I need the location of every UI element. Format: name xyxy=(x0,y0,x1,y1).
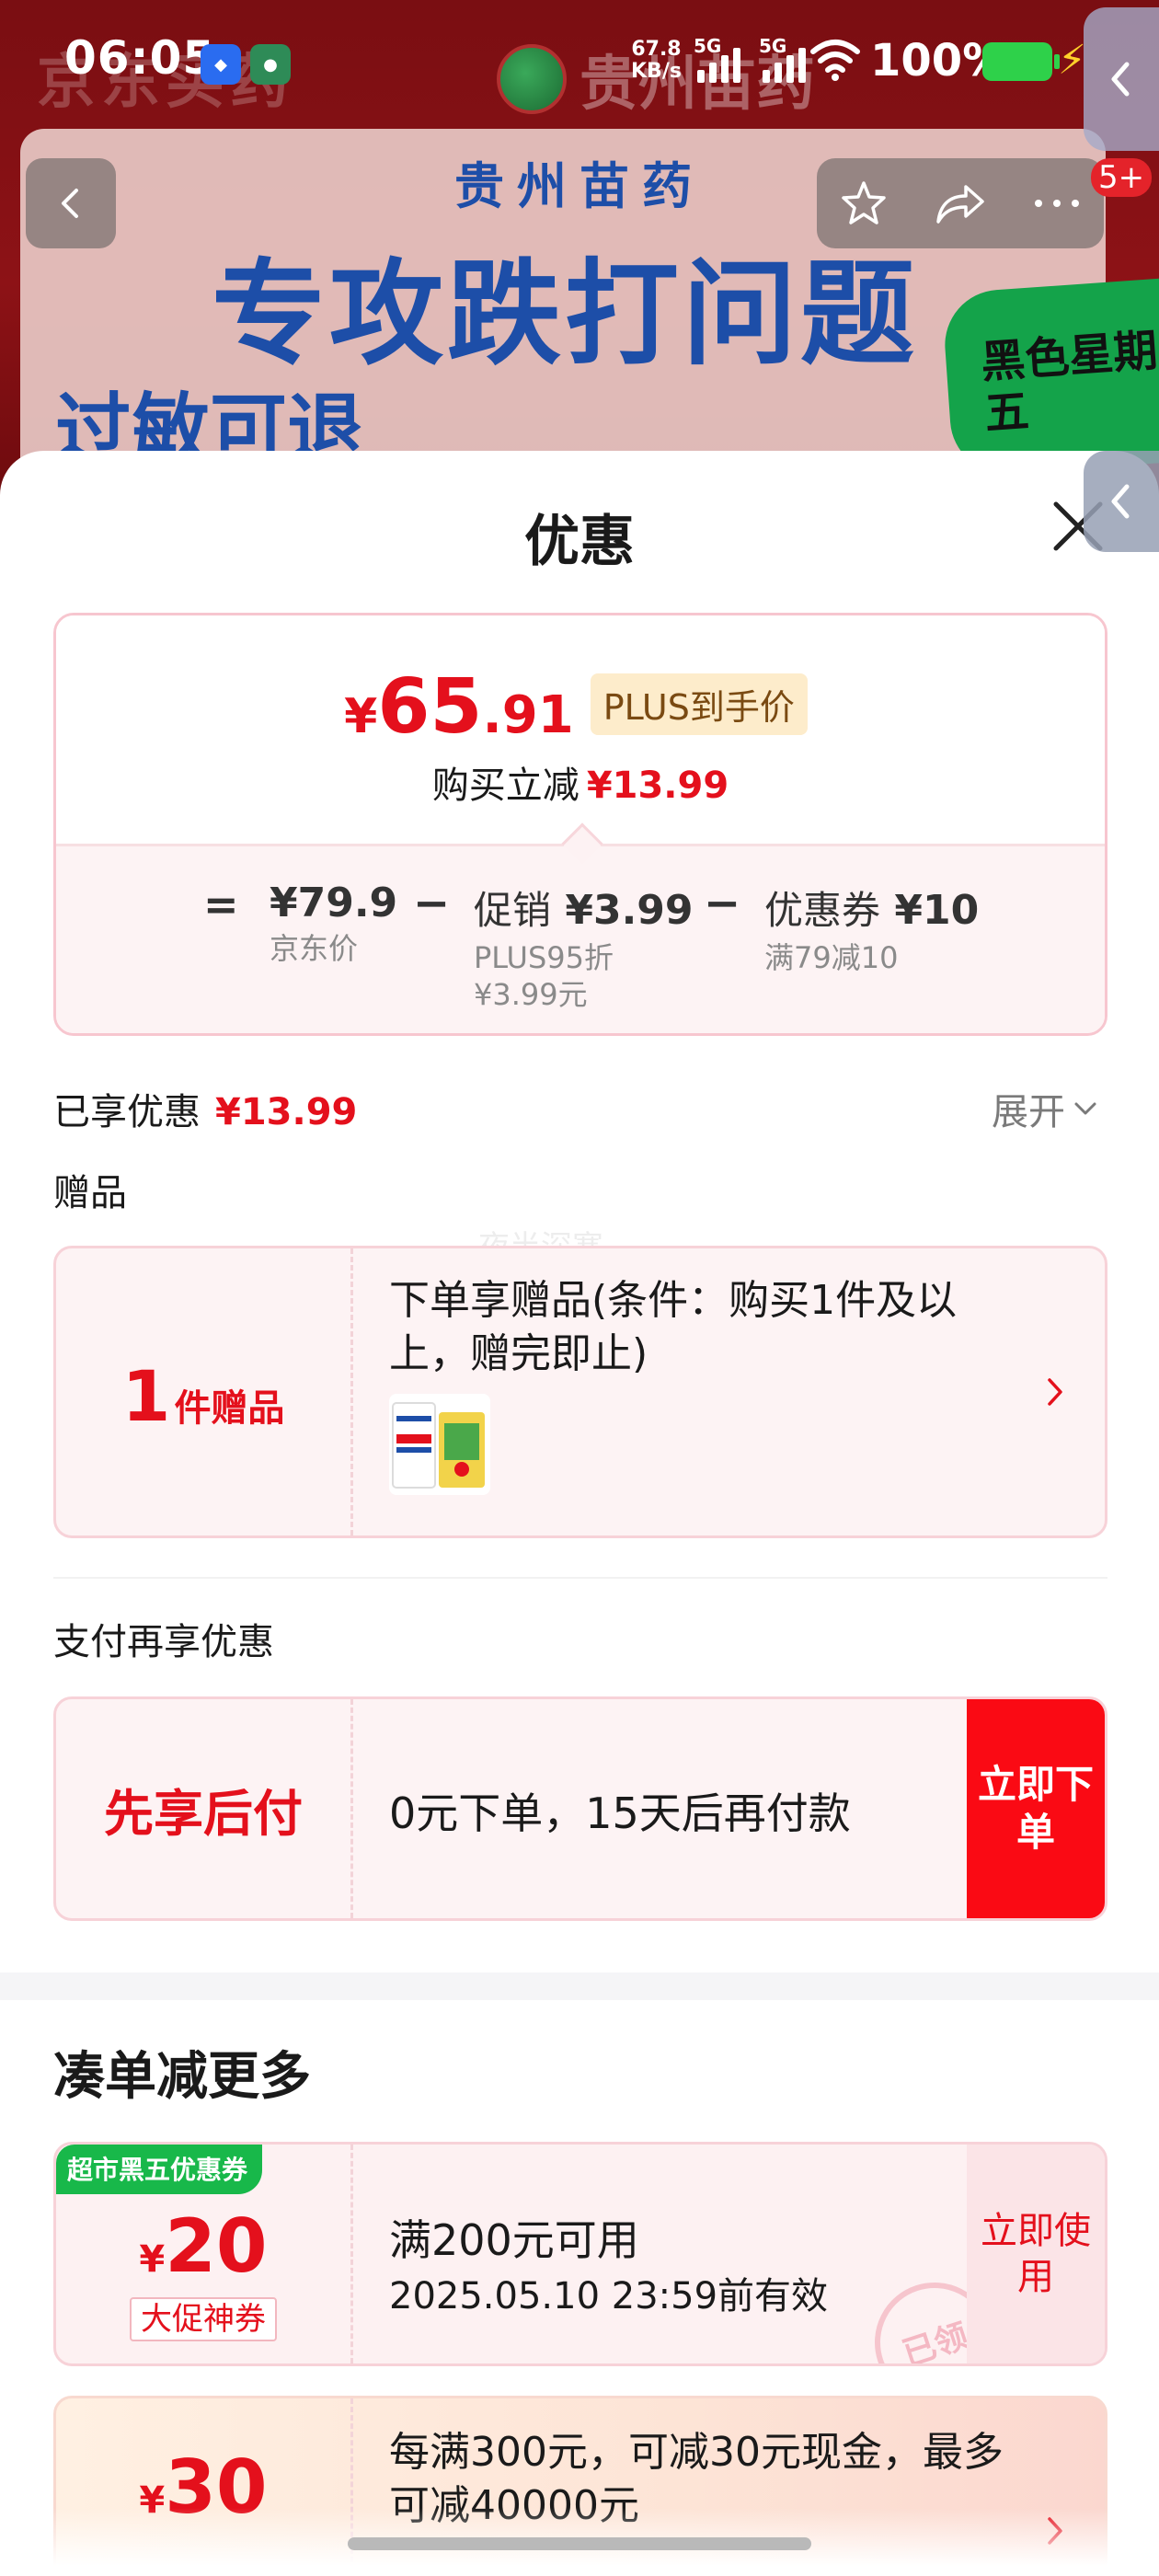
currency-symbol: ¥ xyxy=(139,2238,166,2281)
back-button[interactable] xyxy=(26,158,116,248)
charging-bolt-icon: ⚡ xyxy=(1058,37,1086,84)
minus-sign: − xyxy=(704,878,741,929)
jd-price-value: ¥79.9 xyxy=(270,880,398,926)
avatar-notification-icon: ● xyxy=(250,44,291,85)
floating-side-tab[interactable] xyxy=(1084,451,1159,552)
jd-price-label: 京东价 xyxy=(270,931,359,966)
discount-sheet: 优惠 ¥65.91 PLUS到手价 购买立减 ¥13.99 = ¥79.9 京东价… xyxy=(0,451,1159,2576)
order-now-button[interactable]: 立即下单 xyxy=(967,1699,1105,1918)
chevron-down-icon xyxy=(1074,1102,1096,1115)
gift-product-image xyxy=(392,1402,485,1489)
promotion-value: ¥3.99 xyxy=(565,887,694,934)
wifi-icon xyxy=(810,40,860,81)
share-icon[interactable] xyxy=(931,176,990,231)
signal-icon: 5G xyxy=(694,35,740,83)
promotion-detail-amount: ¥3.99元 xyxy=(474,977,588,1012)
promotion-detail: PLUS95折 xyxy=(474,940,614,975)
network-speed-value: 67.8 xyxy=(631,38,682,61)
message-count-badge: 5+ xyxy=(1091,158,1153,197)
home-indicator[interactable] xyxy=(348,2537,811,2550)
coupon-label: 优惠券 xyxy=(764,888,881,933)
cellular-signal: 5G 5G xyxy=(694,35,806,83)
signal-type-label: 5G xyxy=(759,35,787,57)
pay-later-card[interactable]: 先享后付 0元下单，15天后再付款 立即下单 xyxy=(53,1696,1107,1921)
gift-count-unit: 件赠品 xyxy=(174,1387,285,1430)
sheet-title: 优惠 xyxy=(524,510,635,574)
price-formula: = ¥79.9 京东价 − 促销 ¥3.99 PLUS95折 ¥3.99元 − … xyxy=(56,844,1105,1033)
use-now-button[interactable]: 立即使用 xyxy=(967,2145,1105,2363)
instant-reduction-value: ¥13.99 xyxy=(586,765,729,807)
banner-headline: 专攻跌打问题 xyxy=(212,248,919,381)
coupon-item: 优惠券 ¥10 满79减10 xyxy=(764,880,979,978)
coupon-type-label: 大促神券 xyxy=(130,2297,277,2341)
coupon-value: ¥10 xyxy=(894,887,980,934)
instant-reduction-label: 购买立减 xyxy=(431,765,580,807)
final-price-decimal: .91 xyxy=(482,685,574,745)
bundle-section-title: 凑单减更多 xyxy=(53,2047,311,2107)
coupon-card[interactable]: 超市黑五优惠券 ¥20 大促神券 满200元可用 2025.05.10 23:5… xyxy=(53,2142,1107,2366)
coupon-condition: 满79减10 xyxy=(764,940,899,975)
gift-product-thumbnail xyxy=(389,1394,490,1495)
minus-sign: − xyxy=(413,878,451,929)
dashed-divider xyxy=(350,2145,353,2363)
status-bar: 06:05 ◆ ● 67.8 KB/s 5G 5G 100% ⚡ xyxy=(0,0,1159,129)
gift-card[interactable]: 1 件赠品 下单享赠品(条件：购买1件及以上，赠完即止) xyxy=(53,1246,1107,1538)
gift-count-number: 1 xyxy=(121,1355,171,1437)
chevron-right-icon xyxy=(1037,1374,1073,1410)
top-actions xyxy=(817,158,1104,248)
payment-section-title: 支付再享优惠 xyxy=(53,1621,274,1663)
signal-type-label: 5G xyxy=(694,35,722,57)
enjoyed-discount-label: 已享优惠 xyxy=(53,1091,201,1133)
pay-later-title: 先享后付 xyxy=(104,1784,303,1843)
chevron-left-icon xyxy=(1111,484,1130,519)
coupon-tag: 超市黑五优惠券 xyxy=(56,2145,263,2194)
instant-reduction: 购买立减 ¥13.99 xyxy=(56,755,1105,809)
pay-later-description: 0元下单，15天后再付款 xyxy=(389,1788,851,1838)
coupon-amount-value: 20 xyxy=(165,2203,268,2289)
coupon-expiry: 2025.05.10 23:59前有效 xyxy=(389,2275,829,2317)
network-speed-unit: KB/s xyxy=(631,60,682,83)
dashed-divider xyxy=(350,1248,353,1535)
app-notification-icon: ◆ xyxy=(201,44,241,85)
section-divider xyxy=(53,1577,1107,1579)
equals-sign: = xyxy=(203,880,239,929)
final-price: ¥65.91 xyxy=(344,663,574,751)
coupon-amount: ¥20 xyxy=(56,2203,350,2289)
star-icon[interactable] xyxy=(836,176,891,231)
promotion-item: 促销 ¥3.99 PLUS95折 ¥3.99元 xyxy=(474,880,694,1015)
expand-button[interactable]: 展开 xyxy=(992,1082,1098,1135)
dashed-divider xyxy=(350,1699,353,1918)
enjoyed-discount-value: ¥13.99 xyxy=(215,1091,358,1133)
jd-price-item: ¥79.9 京东价 xyxy=(270,880,397,969)
status-time: 06:05 xyxy=(64,31,216,85)
gift-section-title: 赠品 xyxy=(53,1172,127,1214)
final-price-row: ¥65.91 PLUS到手价 xyxy=(56,663,1105,751)
promotion-label: 促销 xyxy=(474,888,552,933)
currency-symbol: ¥ xyxy=(344,689,378,744)
black-friday-badge: 黑色星期五 xyxy=(941,277,1159,477)
plus-price-tag: PLUS到手价 xyxy=(590,673,808,735)
final-price-integer: 65 xyxy=(377,663,483,751)
more-icon[interactable] xyxy=(1029,194,1084,213)
chevron-left-icon xyxy=(62,189,78,218)
battery-icon xyxy=(982,42,1060,81)
final-price-area: ¥65.91 PLUS到手价 购买立减 ¥13.99 xyxy=(56,615,1105,844)
gift-description: 下单享赠品(条件：购买1件及以上，赠完即止) xyxy=(389,1277,958,1377)
gift-count: 1 件赠品 xyxy=(56,1248,350,1535)
signal-icon: 5G xyxy=(759,35,806,83)
price-breakdown-card: ¥65.91 PLUS到手价 购买立减 ¥13.99 = ¥79.9 京东价 − … xyxy=(53,613,1107,1036)
network-speed: 67.8 KB/s xyxy=(631,39,682,83)
enjoyed-discount: 已享优惠 ¥13.99 xyxy=(53,1082,357,1135)
coupon-condition: 满200元可用 xyxy=(389,2215,639,2265)
notification-icons: ◆ ● xyxy=(201,44,291,85)
section-gap xyxy=(0,1972,1159,2000)
expand-label: 展开 xyxy=(992,1091,1065,1133)
